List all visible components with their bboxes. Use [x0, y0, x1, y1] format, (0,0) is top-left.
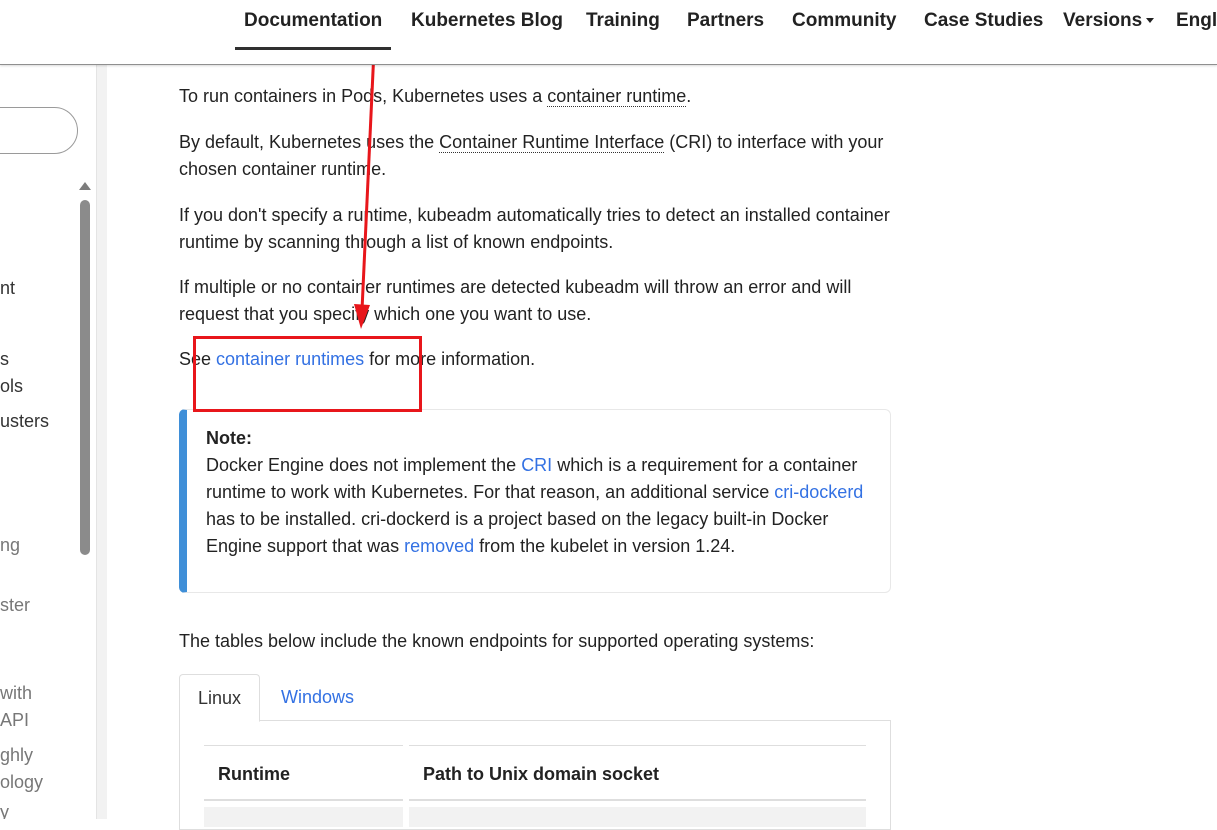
nav-documentation[interactable]: Documentation	[234, 10, 392, 50]
nav-versions[interactable]: Versions	[1063, 10, 1155, 32]
nav-versions-label: Versions	[1063, 10, 1143, 31]
nav-training[interactable]: Training	[586, 10, 660, 32]
top-navigation: Documentation Kubernetes Blog Training P…	[0, 0, 1217, 65]
annotation-highlight-box	[193, 336, 422, 412]
nav-language[interactable]: Engli	[1176, 10, 1217, 32]
chevron-down-icon	[1146, 18, 1155, 23]
annotation-arrow	[354, 27, 377, 329]
nav-partners[interactable]: Partners	[687, 10, 764, 32]
nav-community[interactable]: Community	[792, 10, 897, 32]
nav-kubernetes-blog[interactable]: Kubernetes Blog	[411, 10, 563, 32]
nav-case-studies[interactable]: Case Studies	[924, 10, 1043, 32]
